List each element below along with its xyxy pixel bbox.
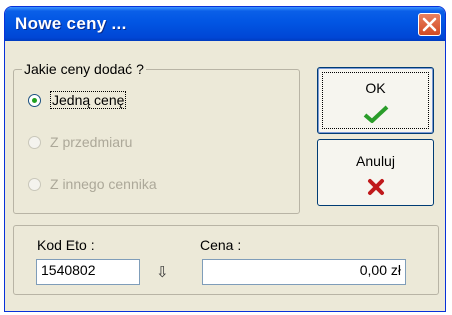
radio-button [28, 136, 41, 149]
checkmark-icon [363, 105, 388, 123]
ok-button[interactable]: OK [317, 67, 434, 134]
radio-button[interactable] [28, 94, 41, 107]
window-title: Nowe ceny ... [15, 14, 127, 33]
cena-label: Cena : [200, 237, 242, 253]
title-bar[interactable]: Nowe ceny ... [5, 7, 445, 41]
cross-icon [367, 179, 384, 195]
radio-button [28, 178, 41, 191]
price-type-legend: Jakie ceny dodać ? [22, 61, 146, 77]
radio-selected-dot [32, 98, 37, 103]
cancel-button-label: Anuluj [356, 153, 395, 169]
cena-input[interactable]: 0,00 zł [202, 259, 406, 285]
dialog-window: Nowe ceny ... Jakie ceny dodać ? Jedną c… [4, 6, 446, 312]
radio-label: Z przedmiaru [50, 134, 133, 150]
kod-eto-input[interactable]: 1540802 [36, 259, 140, 285]
down-arrow-icon[interactable]: ⇩ [156, 263, 169, 281]
radio-label: Z innego cennika [50, 176, 157, 192]
cancel-button[interactable]: Anuluj [317, 139, 434, 206]
ok-button-label: OK [365, 80, 386, 96]
radio-label[interactable]: Jedną cenę [50, 91, 127, 109]
price-input-group: Kod Eto : 1540802 ⇩ Cena : 0,00 zł [13, 225, 439, 295]
close-button[interactable] [418, 13, 441, 36]
close-icon [422, 17, 437, 32]
price-type-group: Jakie ceny dodać ? Jedną cenę Z przedmia… [13, 61, 300, 214]
kod-eto-label: Kod Eto : [37, 237, 95, 253]
